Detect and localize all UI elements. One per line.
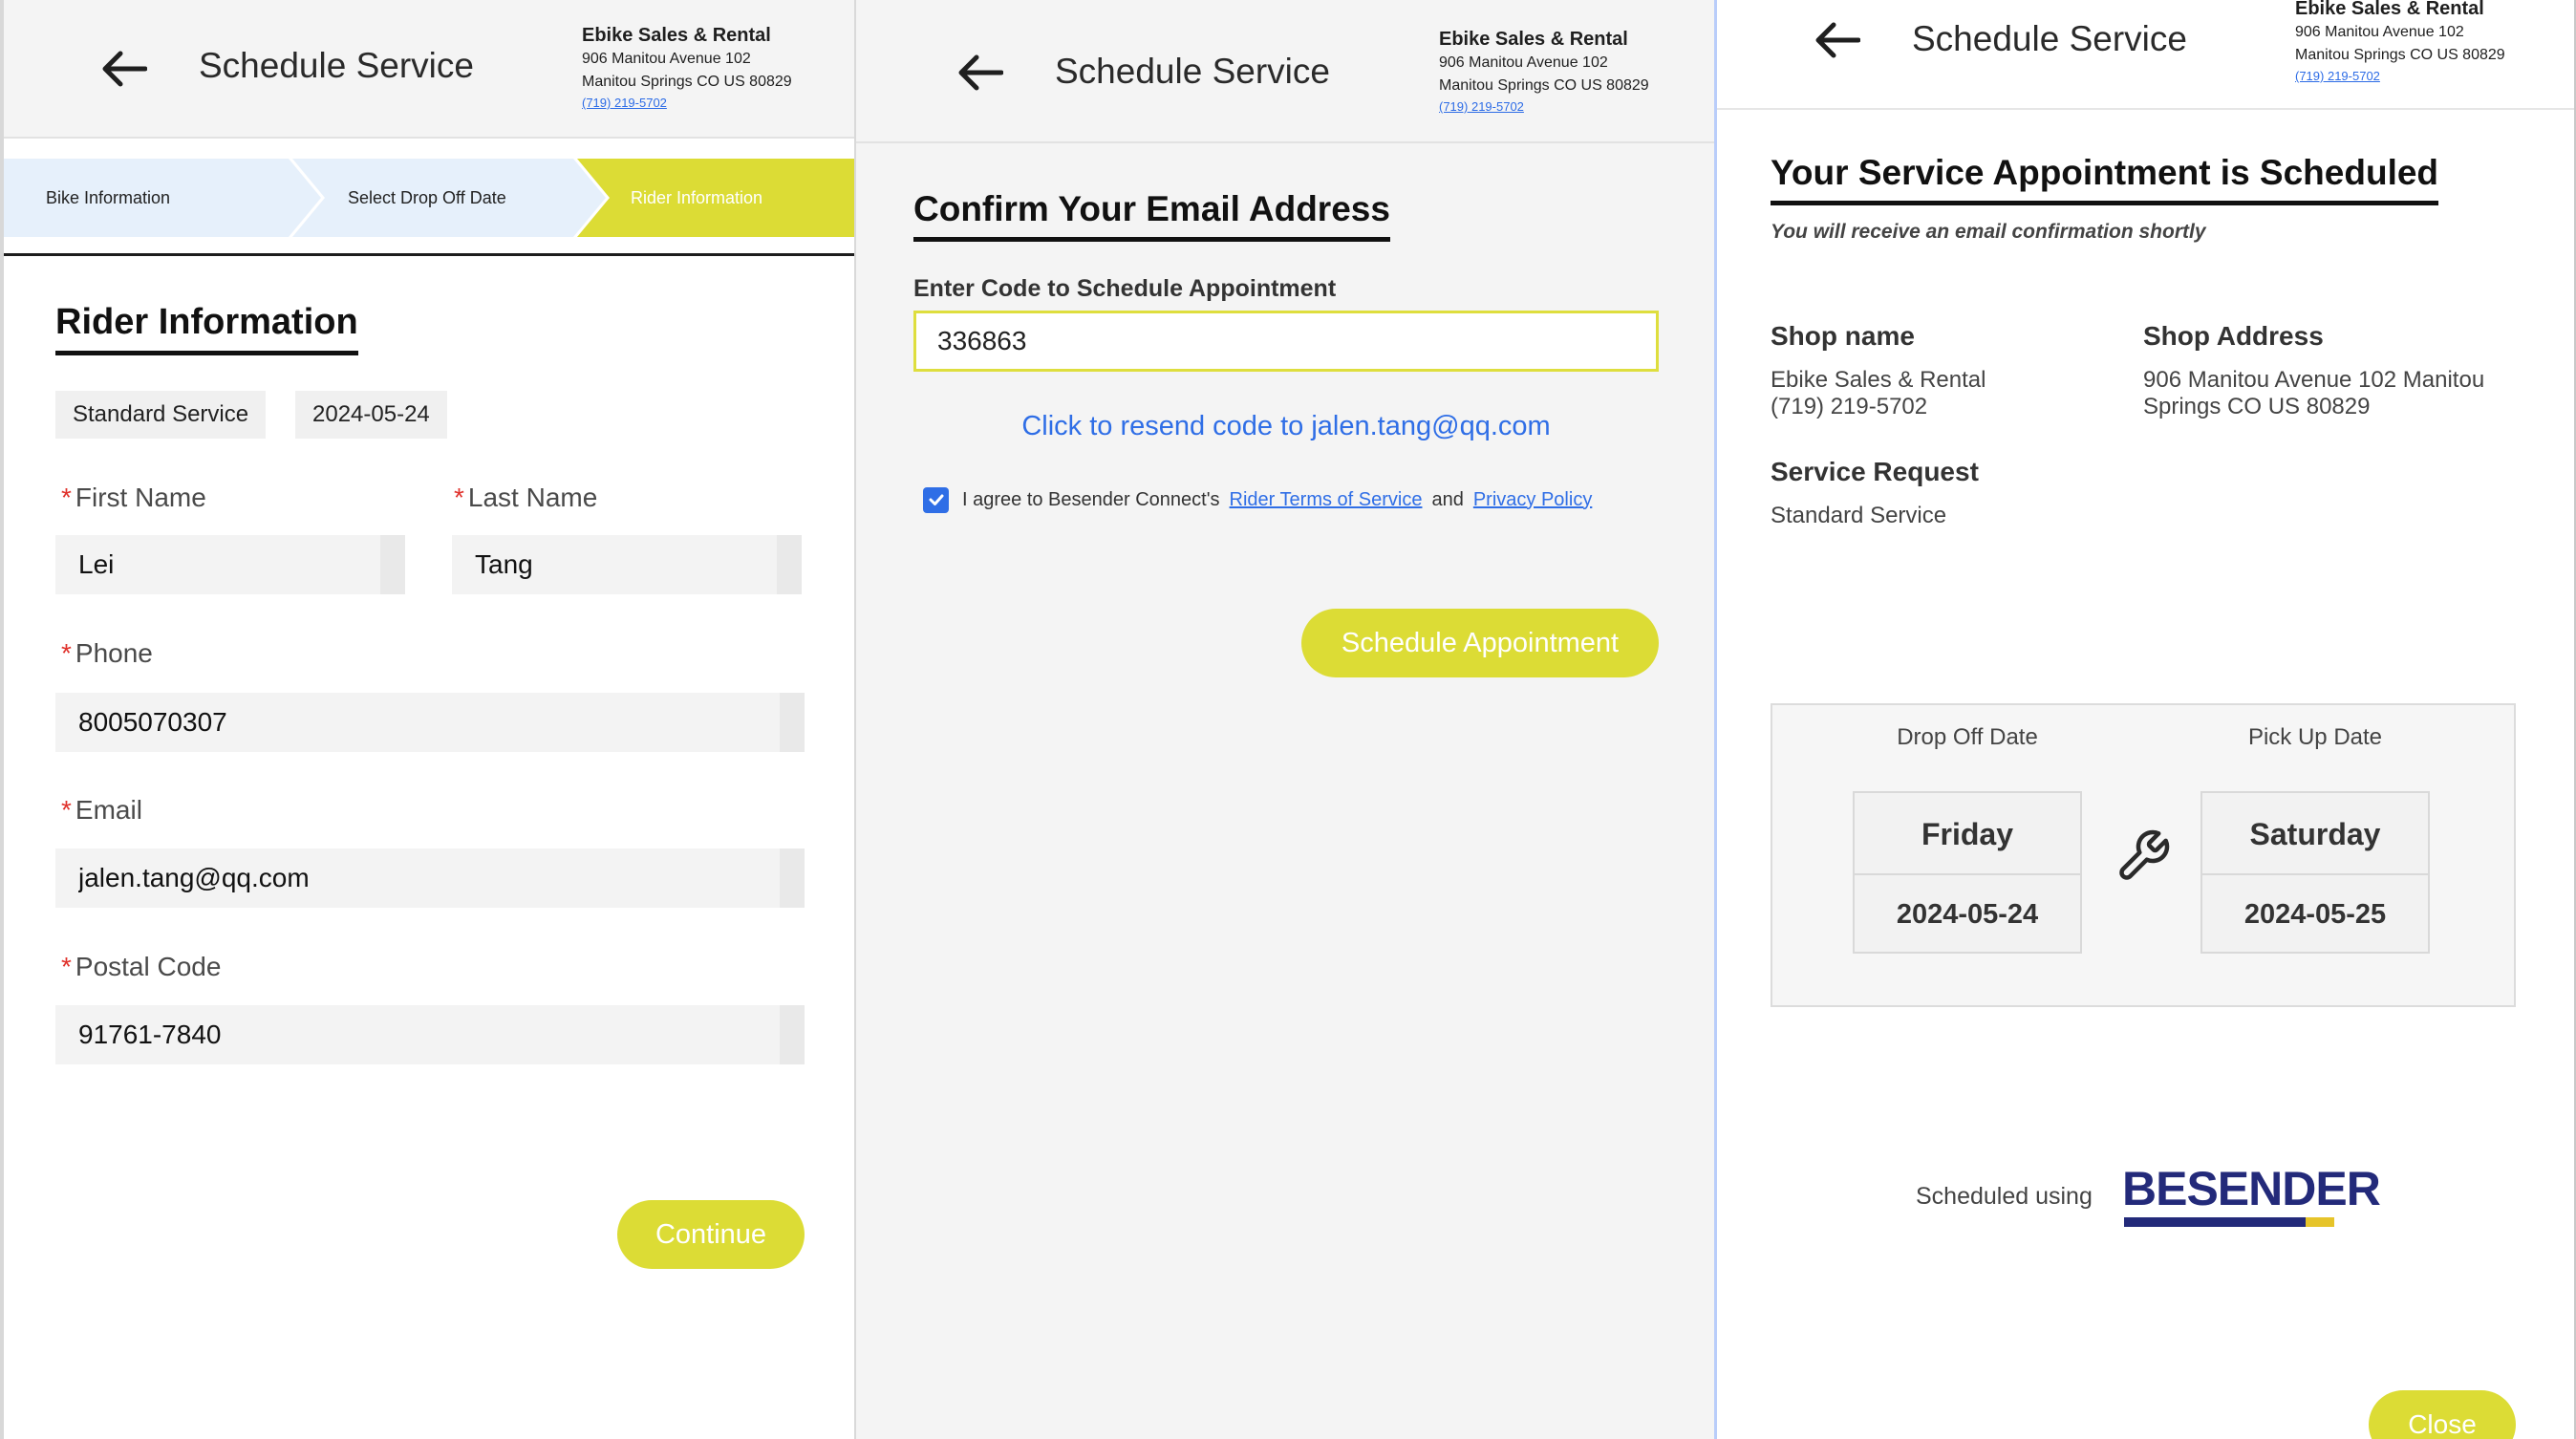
shop-phone-link[interactable]: (719) 219-5702 <box>2295 67 2505 86</box>
shop-phone-value: (719) 219-5702 <box>1771 394 1928 419</box>
postal-code-input[interactable] <box>55 1005 805 1064</box>
email-input-edge <box>780 848 805 908</box>
service-request-heading: Service Request <box>1771 457 1979 486</box>
shop-info: Ebike Sales & Rental 906 Manitou Avenue … <box>2295 0 2505 86</box>
shop-address-value: 906 Manitou Avenue 102 Manitou Springs C… <box>2143 367 2485 419</box>
drop-off-day: Friday <box>1855 793 2080 875</box>
shop-address-line2: Manitou Springs CO US 80829 <box>1439 77 1649 94</box>
shop-name: Ebike Sales & Rental <box>582 25 771 46</box>
besender-logo-accent <box>2306 1217 2334 1227</box>
last-name-label: * Last Name <box>454 483 598 512</box>
phone-input[interactable] <box>55 693 805 752</box>
postal-code-input-edge <box>780 1005 805 1064</box>
step-select-drop-off-date[interactable]: Select Drop Off Date <box>348 159 506 237</box>
steps-divider <box>4 253 854 256</box>
resend-code-link[interactable]: Click to resend code to jalen.tang@qq.co… <box>913 411 1659 442</box>
last-name-input[interactable] <box>452 535 802 594</box>
email-label: * Email <box>61 795 142 825</box>
and-text: and <box>1431 488 1464 510</box>
schedule-appointment-button[interactable]: Schedule Appointment <box>1301 609 1659 677</box>
shop-address-line2: Manitou Springs CO US 80829 <box>2295 47 2505 63</box>
shop-address-line1: 906 Manitou Avenue 102 <box>582 51 751 67</box>
shop-address-line1: 906 Manitou Avenue 102 <box>2295 24 2464 40</box>
first-name-label: * First Name <box>61 483 206 512</box>
pick-up-date-card: Saturday 2024-05-25 <box>2200 791 2430 954</box>
rider-info-panel: Schedule Service Ebike Sales & Rental 90… <box>0 0 854 1439</box>
service-chip: Standard Service <box>55 391 267 439</box>
step-bike-information[interactable]: Bike Information <box>46 159 170 237</box>
besender-logo-bar <box>2124 1217 2334 1227</box>
privacy-policy-link[interactable]: Privacy Policy <box>1473 489 1592 511</box>
postal-code-label: * Postal Code <box>61 952 222 981</box>
drop-off-date-card: Friday 2024-05-24 <box>1853 791 2082 954</box>
header: Schedule Service Ebike Sales & Rental 90… <box>1717 0 2574 110</box>
confirm-email-panel: Schedule Service Ebike Sales & Rental 90… <box>854 0 1714 1439</box>
shop-phone-link[interactable]: (719) 219-5702 <box>582 94 792 113</box>
shop-name-value: Ebike Sales & Rental (719) 219-5702 <box>1771 367 2114 420</box>
code-label: Enter Code to Schedule Appointment <box>913 275 1337 302</box>
required-mark: * <box>61 795 72 825</box>
scheduled-using-text: Scheduled using <box>1916 1183 2093 1210</box>
scheduled-subtitle: You will receive an email confirmation s… <box>1771 221 2206 243</box>
last-name-input-edge <box>777 535 802 594</box>
shop-address-line1: 906 Manitou Avenue 102 <box>1439 54 1608 71</box>
besender-logo: BESENDER <box>2122 1162 2381 1215</box>
checkbox-checked-icon[interactable] <box>923 486 949 513</box>
required-mark: * <box>61 638 72 668</box>
service-request-value: Standard Service <box>1771 503 1947 528</box>
date-chip: 2024-05-24 <box>295 391 447 439</box>
rider-terms-link[interactable]: Rider Terms of Service <box>1230 489 1423 511</box>
pick-up-date: 2024-05-25 <box>2243 899 2387 930</box>
page-title: Schedule Service <box>1912 19 2187 58</box>
drop-off-date-label: Drop Off Date <box>1897 724 2038 750</box>
required-mark: * <box>61 483 72 512</box>
shop-address-line2: Manitou Springs CO US 80829 <box>582 74 792 90</box>
required-mark: * <box>454 483 464 512</box>
back-arrow-icon[interactable] <box>1813 21 1860 59</box>
required-mark: * <box>61 952 72 981</box>
phone-input-edge <box>780 693 805 752</box>
verification-code-input[interactable] <box>913 311 1659 372</box>
shop-name-heading: Shop name <box>1771 321 1915 351</box>
continue-button[interactable]: Continue <box>617 1200 805 1269</box>
shop-info: Ebike Sales & Rental 906 Manitou Avenue … <box>582 23 792 113</box>
first-name-input[interactable] <box>55 535 405 594</box>
drop-off-date: 2024-05-24 <box>1896 899 2039 930</box>
pick-up-date-label: Pick Up Date <box>2247 724 2383 750</box>
page-title: Schedule Service <box>199 46 474 85</box>
section-title: Rider Information <box>55 302 358 355</box>
step-progress: Bike Information Select Drop Off Date Ri… <box>4 159 854 237</box>
step-rider-information[interactable]: Rider Information <box>631 159 762 237</box>
shop-name: Ebike Sales & Rental <box>1439 29 1628 50</box>
header: Schedule Service Ebike Sales & Rental 90… <box>856 0 1714 143</box>
shop-address-heading: Shop Address <box>2143 321 2324 351</box>
first-name-input-edge <box>380 535 405 594</box>
appointment-scheduled-panel: Schedule Service Ebike Sales & Rental 90… <box>1714 0 2576 1439</box>
confirm-email-title: Confirm Your Email Address <box>913 189 1390 242</box>
shop-name: Ebike Sales & Rental <box>2295 0 2484 19</box>
page-title: Schedule Service <box>1055 52 1330 91</box>
shop-info: Ebike Sales & Rental 906 Manitou Avenue … <box>1439 27 1649 117</box>
close-button[interactable]: Close <box>2369 1390 2516 1439</box>
agree-text: I agree to Besender Connect's <box>962 488 1220 510</box>
shop-phone-link[interactable]: (719) 219-5702 <box>1439 97 1649 117</box>
back-arrow-icon[interactable] <box>99 50 147 88</box>
scheduled-title: Your Service Appointment is Scheduled <box>1771 153 2439 205</box>
header: Schedule Service Ebike Sales & Rental 90… <box>4 0 854 139</box>
pick-up-day: Saturday <box>2202 793 2428 875</box>
terms-agreement: I agree to Besender Connect's Rider Term… <box>923 485 1592 514</box>
email-input[interactable] <box>55 848 805 908</box>
wrench-icon <box>2119 829 2170 880</box>
phone-label: * Phone <box>61 638 153 668</box>
back-arrow-icon[interactable] <box>955 54 1003 92</box>
